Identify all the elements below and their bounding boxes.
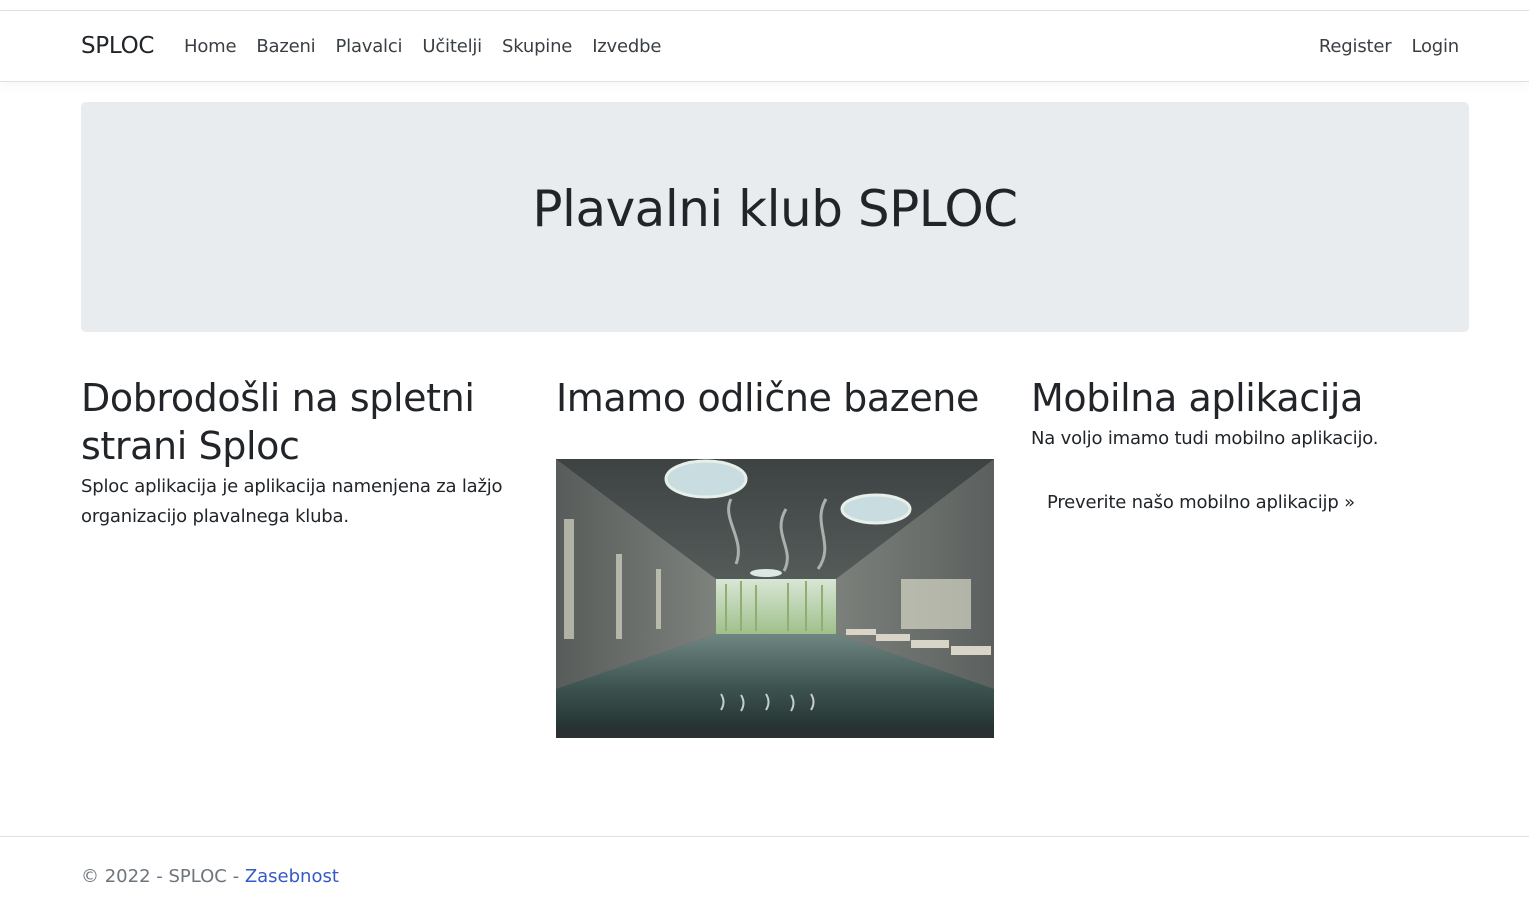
nav-left: Home Bazeni Plavalci Učitelji Skupine Iz… [184, 36, 661, 57]
hero-title: Plavalni klub SPLOC [532, 180, 1018, 238]
pools-column: Imamo odlične bazene [556, 374, 996, 422]
nav-plavalci-link[interactable]: Plavalci [335, 36, 402, 57]
mobile-column: Mobilna aplikacija Na voljo imamo tudi m… [1031, 374, 1471, 454]
footer-text: © 2022 - SPLOC - Zasebnost [81, 866, 339, 887]
nav-bazeni-link[interactable]: Bazeni [256, 36, 315, 57]
welcome-column: Dobrodošli na spletni strani Sploc Sploc… [81, 374, 521, 532]
register-link[interactable]: Register [1319, 36, 1392, 57]
brand-link[interactable]: SPLOC [81, 33, 154, 59]
nav-ucitelji-link[interactable]: Učitelji [422, 36, 482, 57]
login-link[interactable]: Login [1411, 36, 1459, 57]
privacy-link[interactable]: Zasebnost [245, 866, 339, 887]
hero-banner: Plavalni klub SPLOC [81, 102, 1469, 332]
footer: © 2022 - SPLOC - Zasebnost [0, 836, 1529, 903]
mobile-text: Na voljo imamo tudi mobilno aplikacijo. [1031, 428, 1379, 449]
pool-image [556, 459, 994, 738]
footer-copyright: © 2022 - SPLOC - [81, 866, 245, 887]
mobile-app-button[interactable]: Preverite našo mobilno aplikacijp » [1047, 492, 1355, 513]
navbar: SPLOC Home Bazeni Plavalci Učitelji Skup… [0, 11, 1529, 82]
nav-izvedbe-link[interactable]: Izvedbe [592, 36, 661, 57]
pools-heading: Imamo odlične bazene [556, 376, 979, 420]
welcome-heading: Dobrodošli na spletni strani Sploc [81, 376, 475, 468]
nav-skupine-link[interactable]: Skupine [502, 36, 572, 57]
mobile-heading: Mobilna aplikacija [1031, 376, 1363, 420]
nav-home-link[interactable]: Home [184, 36, 237, 57]
nav-right: Register Login [1319, 36, 1459, 57]
welcome-text: Sploc aplikacija je aplikacija namenjena… [81, 476, 503, 527]
